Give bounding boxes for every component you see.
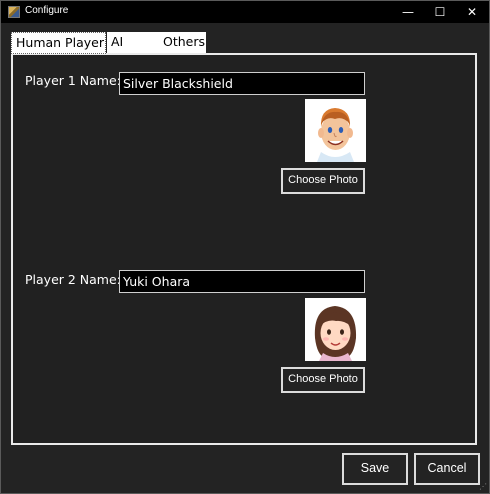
window-title: Configure [25,5,69,16]
player-2-name-label: Player 2 Name: [25,272,121,287]
man-cartoon-avatar [305,99,366,162]
resize-grip-icon[interactable]: ⋰ [479,483,487,491]
player-2-choose-photo-button[interactable]: Choose Photo [281,367,365,393]
tab-panel-human-player: Player 1 Name: Silver Blackshield Choose… [11,53,477,445]
player-2-photo [305,298,366,361]
cancel-button[interactable]: Cancel [414,453,480,485]
player-2-name-input[interactable]: Yuki Ohara [119,270,365,293]
app-icon [8,6,20,18]
minimize-button[interactable]: — [392,1,424,23]
tab-ai[interactable]: AI [107,32,159,53]
tab-others[interactable]: Others [159,32,206,53]
player-1-name-label: Player 1 Name: [25,73,121,88]
player-1-photo [305,99,366,162]
player-1-name-input[interactable]: Silver Blackshield [119,72,365,95]
woman-cartoon-avatar [305,298,366,361]
tab-human-player[interactable]: Human Player [11,32,106,54]
title-bar[interactable]: Configure — ☐ ✕ [1,1,489,23]
close-button[interactable]: ✕ [456,1,488,23]
player-1-choose-photo-button[interactable]: Choose Photo [281,168,365,194]
configure-window: Configure — ☐ ✕ Human Player AI Others P… [0,0,490,494]
maximize-button[interactable]: ☐ [424,1,456,23]
save-button[interactable]: Save [342,453,408,485]
